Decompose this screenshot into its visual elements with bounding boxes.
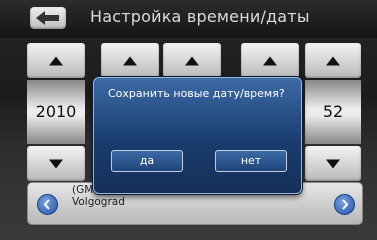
triangle-down-icon	[49, 159, 63, 168]
no-button[interactable]: нет	[215, 150, 287, 172]
minute-spinner: 52	[305, 43, 361, 181]
year-spinner: 2010	[27, 43, 85, 181]
triangle-up-icon	[326, 56, 340, 65]
yes-button[interactable]: да	[111, 150, 183, 172]
confirm-save-dialog: Сохранить новые дату/время? да нет	[93, 77, 302, 194]
back-arrow-icon	[36, 11, 59, 25]
triangle-up-icon	[185, 56, 199, 65]
day-up-button[interactable]	[163, 43, 221, 78]
back-button[interactable]	[30, 7, 66, 29]
triangle-up-icon	[123, 56, 137, 65]
chevron-left-icon	[43, 199, 50, 210]
minute-down-button[interactable]	[305, 146, 361, 181]
date-time-settings-screen: Настройка времени/даты 2010 52 Volgograd…	[0, 0, 377, 240]
page-title: Настройка времени/даты	[90, 7, 310, 26]
triangle-up-icon	[49, 56, 63, 65]
timezone-next-button[interactable]	[334, 194, 355, 215]
minute-up-button[interactable]	[305, 43, 361, 78]
month-up-button[interactable]	[101, 43, 159, 78]
chevron-right-icon	[342, 199, 349, 210]
year-down-button[interactable]	[27, 146, 85, 181]
title-bar: Настройка времени/даты	[0, 0, 377, 38]
hour-up-button[interactable]	[241, 43, 299, 78]
year-up-button[interactable]	[27, 43, 85, 78]
minute-value: 52	[305, 80, 361, 144]
timezone-prev-button[interactable]	[37, 194, 58, 215]
timezone-line-2: Volgograd	[72, 196, 125, 208]
triangle-down-icon	[326, 159, 340, 168]
triangle-up-icon	[263, 56, 277, 65]
year-value: 2010	[27, 80, 85, 144]
dialog-message: Сохранить новые дату/время?	[108, 87, 285, 100]
